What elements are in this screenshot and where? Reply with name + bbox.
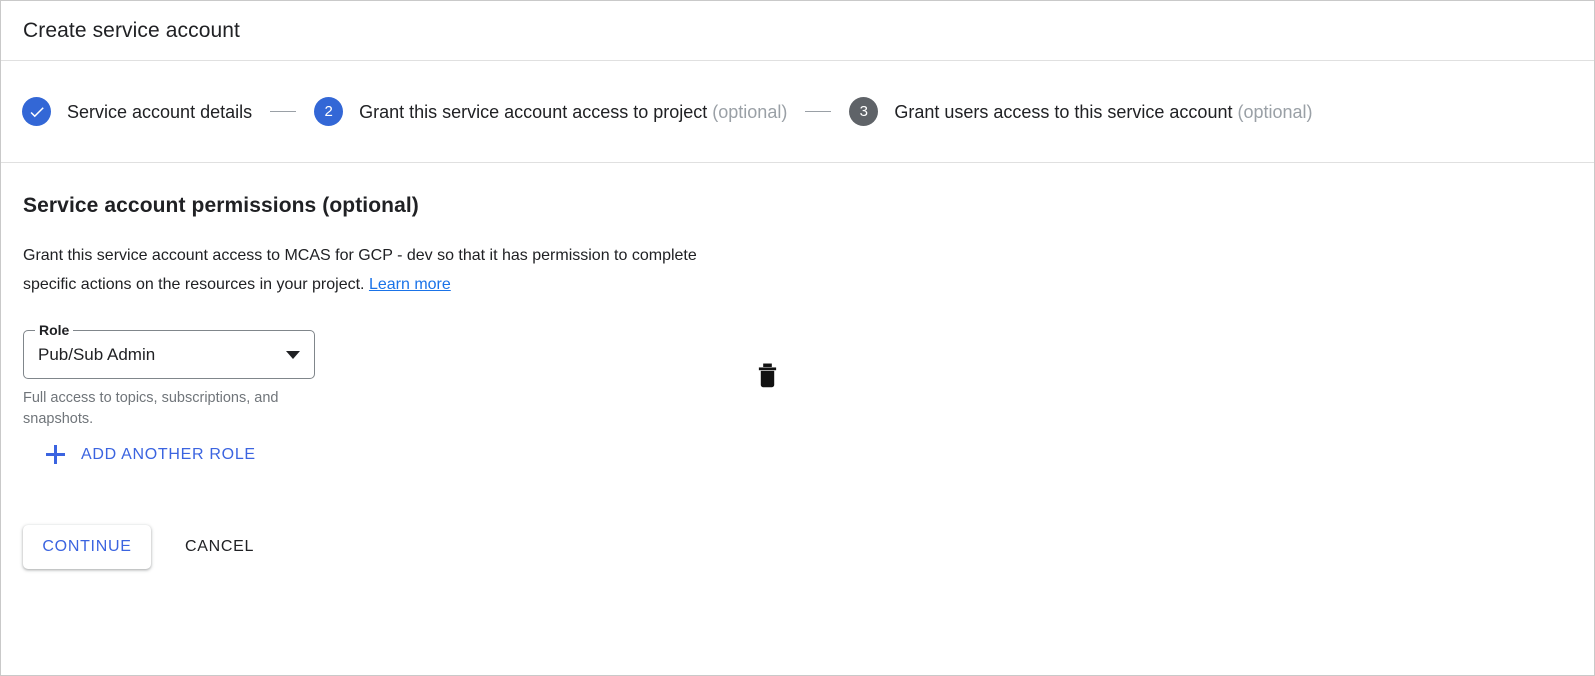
section-description-text: Grant this service account access to MCA… [23,247,697,293]
chevron-down-icon [286,350,300,359]
page-body: Service account permissions (optional) G… [1,163,1594,569]
learn-more-link[interactable]: Learn more [369,276,451,293]
role-select-label: Role [35,322,74,338]
step-grant-users-access[interactable]: 3 Grant users access to this service acc… [849,97,1313,126]
role-row: Role Pub/Sub Admin Full access to topics… [23,319,1594,429]
create-service-account-page: Create service account Service account d… [0,0,1595,676]
trash-icon [756,362,779,392]
form-actions: CONTINUE CANCEL [23,525,1594,569]
plus-icon [46,445,65,464]
step-2-text: Grant this service account access to pro… [359,101,708,122]
add-another-role-button[interactable]: ADD ANOTHER ROLE [42,439,260,470]
page-header: Create service account [1,1,1594,61]
step-1-label: Service account details [67,101,252,123]
section-description: Grant this service account access to MCA… [23,241,753,299]
wizard-stepper: Service account details 2 Grant this ser… [1,61,1594,163]
delete-role-button[interactable] [735,345,799,409]
step-1-text: Service account details [67,101,253,122]
step-3-text: Grant users access to this service accou… [894,101,1233,122]
role-select-value: Pub/Sub Admin [38,344,156,364]
page-title: Create service account [23,18,240,42]
step-grant-project-access[interactable]: 2 Grant this service account access to p… [314,97,787,126]
cancel-button[interactable]: CANCEL [167,525,272,569]
step-connector-2 [805,111,832,112]
step-3-label: Grant users access to this service accou… [894,101,1312,123]
step-1-check-icon [22,97,51,126]
role-select-wrapper: Role Pub/Sub Admin Full access to topics… [23,322,315,430]
section-title: Service account permissions (optional) [23,194,419,217]
step-3-optional: (optional) [1237,101,1313,122]
step-connector-1 [270,111,297,112]
step-2-optional: (optional) [712,101,788,122]
step-2-label: Grant this service account access to pro… [359,101,787,123]
step-service-account-details[interactable]: Service account details [22,97,252,126]
step-3-badge: 3 [849,97,879,126]
step-2-badge: 2 [314,97,344,126]
continue-button[interactable]: CONTINUE [23,525,151,569]
role-select[interactable]: Role Pub/Sub Admin [23,322,315,379]
role-helper-text: Full access to topics, subscriptions, an… [23,390,279,427]
add-another-role-label: ADD ANOTHER ROLE [81,446,256,463]
